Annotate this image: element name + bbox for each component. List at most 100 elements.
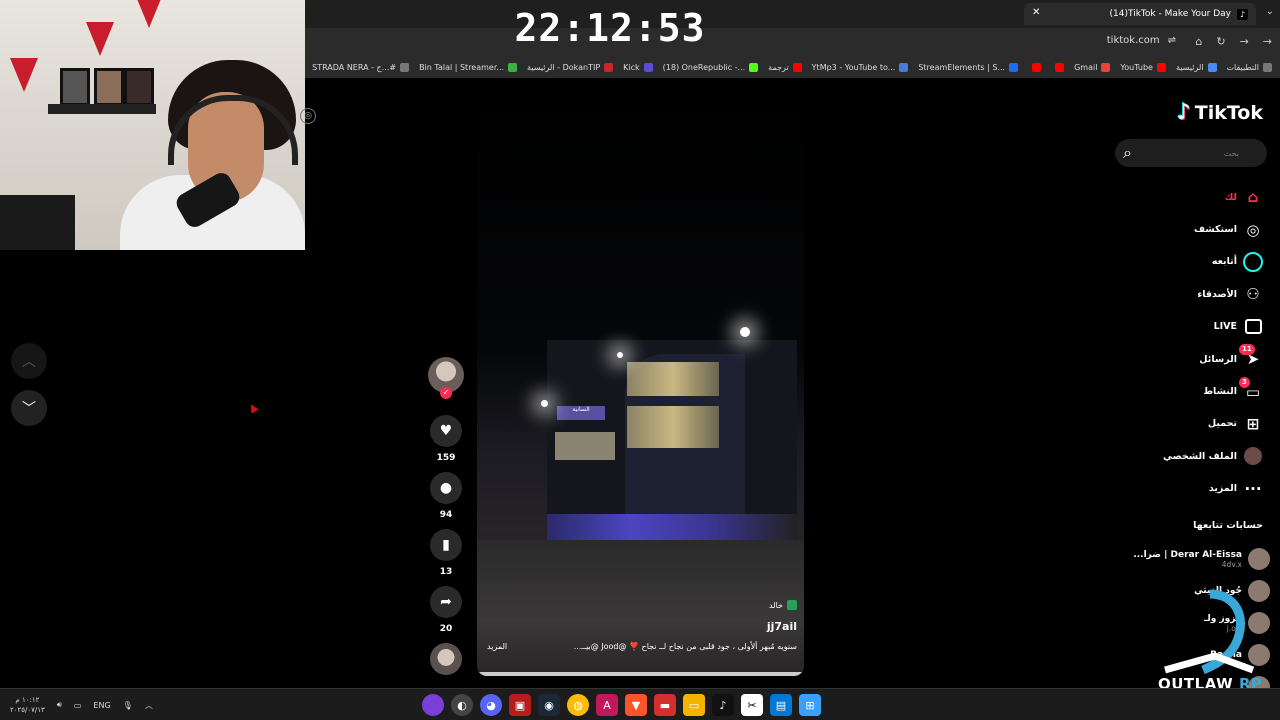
bookmark-label: التطبيقات xyxy=(1226,62,1259,72)
bookmark-item[interactable]: التطبيقات xyxy=(1226,62,1272,72)
avatar xyxy=(1248,548,1270,570)
video-progress-bar[interactable] xyxy=(477,672,804,676)
app-discord-icon[interactable]: ◕ xyxy=(480,694,502,716)
profile-avatar-icon xyxy=(1243,446,1263,466)
camera-toggle-icon[interactable]: ◎ xyxy=(300,108,316,124)
search-icon[interactable]: ⌕ xyxy=(1123,143,1132,163)
bookmark-item[interactable]: Kick xyxy=(623,62,653,72)
app-brave-icon[interactable]: ▼ xyxy=(625,694,647,716)
volume-icon[interactable]: 🔊︎ xyxy=(57,700,62,710)
bookmark-label: YouTube xyxy=(1120,62,1153,72)
video-player[interactable]: السانية xyxy=(477,84,804,676)
sidebar-nav-item[interactable]: ⌂ لك xyxy=(1113,181,1263,213)
bookmark-item[interactable]: StreamElements | S... xyxy=(918,62,1019,72)
bookmark-item[interactable]: YouTube xyxy=(1120,62,1166,72)
share-button[interactable]: ➦ xyxy=(430,586,462,618)
search-input[interactable]: بحث ⌕ xyxy=(1115,139,1267,167)
microphone-icon[interactable]: 🎙︎ xyxy=(123,701,133,710)
app-obs-icon[interactable]: ◐ xyxy=(451,694,473,716)
like-button[interactable]: ♥ xyxy=(430,415,462,447)
sidebar-nav-item[interactable]: أتابعه xyxy=(1113,246,1263,278)
nav-label: أتابعه xyxy=(1211,256,1237,268)
bookmark-item[interactable]: Bin Talal | Streamer... xyxy=(419,62,518,72)
save-count: 13 xyxy=(439,567,453,577)
video-author[interactable]: jj7ail xyxy=(487,620,797,633)
bookmark-favicon-icon xyxy=(1156,62,1166,72)
building-sign: السانية xyxy=(557,406,605,420)
account-name: Derar Al-Eissa | ضرا... xyxy=(1133,549,1242,560)
sidebar-nav-item[interactable]: LIVE xyxy=(1113,311,1263,343)
bookmark-favicon-icon xyxy=(1009,62,1019,72)
bookmark-favicon-icon xyxy=(1101,62,1111,72)
home-button[interactable]: ⌂ xyxy=(1195,35,1202,48)
comment-button[interactable]: ● xyxy=(430,472,462,504)
upload-icon: ⊞ xyxy=(1246,414,1260,433)
bookmark-label: ترجمة xyxy=(768,62,789,72)
site-settings-icon[interactable]: ⇌ xyxy=(1168,35,1176,46)
system-tray: ١٠:١٢ م ٢٠٢٥/٠٧/١٣ 🔊︎ ▭ ENG 🎙︎ ︿ xyxy=(10,695,153,715)
sidebar-nav-item[interactable]: ··· المزيد xyxy=(1113,473,1263,505)
next-video-button[interactable]: ﹀ xyxy=(11,390,47,426)
bookmark-item[interactable]: الرئيسية - DokanTIP xyxy=(527,62,614,72)
tray-clock[interactable]: ١٠:١٢ م ٢٠٢٥/٠٧/١٣ xyxy=(10,695,45,715)
forward-button[interactable]: → xyxy=(1240,35,1249,48)
video-tag[interactable]: خالد xyxy=(487,600,797,610)
messages-icon: ➤ 11 xyxy=(1239,344,1263,369)
creator-avatar[interactable]: ✓ xyxy=(428,357,464,399)
following-account[interactable]: Derar Al-Eissa | ضرا... 4dv.x xyxy=(1110,548,1270,570)
sidebar-nav-item[interactable]: ➤ 11 الرسائل xyxy=(1113,343,1263,375)
browser-tab-tiktok[interactable]: ✕ (14)TikTok - Make Your Day ♪ xyxy=(1024,3,1256,25)
app-red-icon[interactable]: A xyxy=(596,694,618,716)
search-placeholder: بحث xyxy=(1223,148,1239,158)
nav-label: لك xyxy=(1224,191,1237,203)
back-button[interactable]: → xyxy=(1263,35,1272,48)
sidebar-nav-item[interactable]: الملف الشخصي xyxy=(1113,440,1263,472)
reload-button[interactable]: ↻ xyxy=(1216,35,1225,48)
bookmark-item[interactable] xyxy=(1028,62,1042,72)
app-red-square-icon[interactable]: ▬ xyxy=(654,694,676,716)
app-file-explorer-icon[interactable]: ▭ xyxy=(683,694,705,716)
sound-avatar[interactable] xyxy=(430,643,462,675)
tiktok-note-icon: ♪ xyxy=(1176,100,1191,125)
url-text: tiktok.com xyxy=(1106,35,1160,46)
app-windows-icon[interactable]: ⊞ xyxy=(799,694,821,716)
bookmark-label: الرئيسية xyxy=(1175,62,1204,72)
network-icon[interactable]: ▭ xyxy=(74,701,82,710)
main-nav: ⌂ لك ◎ استكشف أتابعه ⚇ الأصدقاء LIVE ➤ 11 الرسائل ▭… xyxy=(1113,181,1263,505)
bookmark-item[interactable]: ترجمة xyxy=(768,62,802,72)
follow-check-icon[interactable]: ✓ xyxy=(440,387,452,399)
app-steam-icon[interactable]: ◉ xyxy=(538,694,560,716)
sidebar-nav-item[interactable]: ▭ 3 النشاط xyxy=(1113,375,1263,407)
bookmark-item[interactable]: YtMp3 - YouTube to... xyxy=(812,62,909,72)
sidebar-nav-item[interactable]: ⊞ تحميل xyxy=(1113,408,1263,440)
bookmark-item[interactable]: (18) OneRepublic -... xyxy=(663,62,759,72)
bookmark-item[interactable]: الرئيسية xyxy=(1175,62,1217,72)
bookmark-item[interactable] xyxy=(1051,62,1065,72)
app-tiktok-icon[interactable]: ♪ xyxy=(712,694,734,716)
app-game-icon[interactable]: ▣ xyxy=(509,694,531,716)
tray-overflow-icon[interactable]: ︿ xyxy=(145,700,153,711)
chevron-down-icon[interactable]: ⌄ xyxy=(1266,6,1274,17)
tiktok-logo[interactable]: ♪ TikTok xyxy=(1177,100,1263,125)
navigation-buttons: ⌂ ↻ → → xyxy=(1195,35,1272,48)
address-bar: tiktok.com ⇌ ⌂ ↻ → → xyxy=(305,28,1280,56)
sidebar-nav-item[interactable]: ◎ استكشف xyxy=(1113,213,1263,245)
save-button[interactable]: ▮ xyxy=(430,529,462,561)
see-more-link[interactable]: المزيد xyxy=(487,642,507,651)
video-action-bar: ✓ ♥ 159 ● 94 ▮ 13 ➦ 20 xyxy=(427,357,465,675)
app-circle-icon[interactable] xyxy=(422,694,444,716)
nav-label: استكشف xyxy=(1194,224,1237,236)
sidebar-nav-item[interactable]: ⚇ الأصدقاء xyxy=(1113,278,1263,310)
previous-video-button[interactable]: ︿ xyxy=(11,343,47,379)
live-icon xyxy=(1243,317,1263,337)
app-capcut-icon[interactable]: ✂ xyxy=(741,694,763,716)
bookmark-favicon-icon xyxy=(1055,62,1065,72)
url-field[interactable]: tiktok.com ⇌ xyxy=(1107,35,1176,46)
app-store-icon[interactable]: ▤ xyxy=(770,694,792,716)
close-tab-icon[interactable]: ✕ xyxy=(1032,7,1040,18)
bookmark-item[interactable]: STRADA NERA - ج...# xyxy=(312,62,410,72)
app-chrome-icon[interactable]: ◍ xyxy=(567,694,589,716)
bookmark-item[interactable]: Gmail xyxy=(1074,62,1111,72)
nav-label: LIVE xyxy=(1213,321,1237,333)
language-indicator[interactable]: ENG xyxy=(93,701,110,710)
